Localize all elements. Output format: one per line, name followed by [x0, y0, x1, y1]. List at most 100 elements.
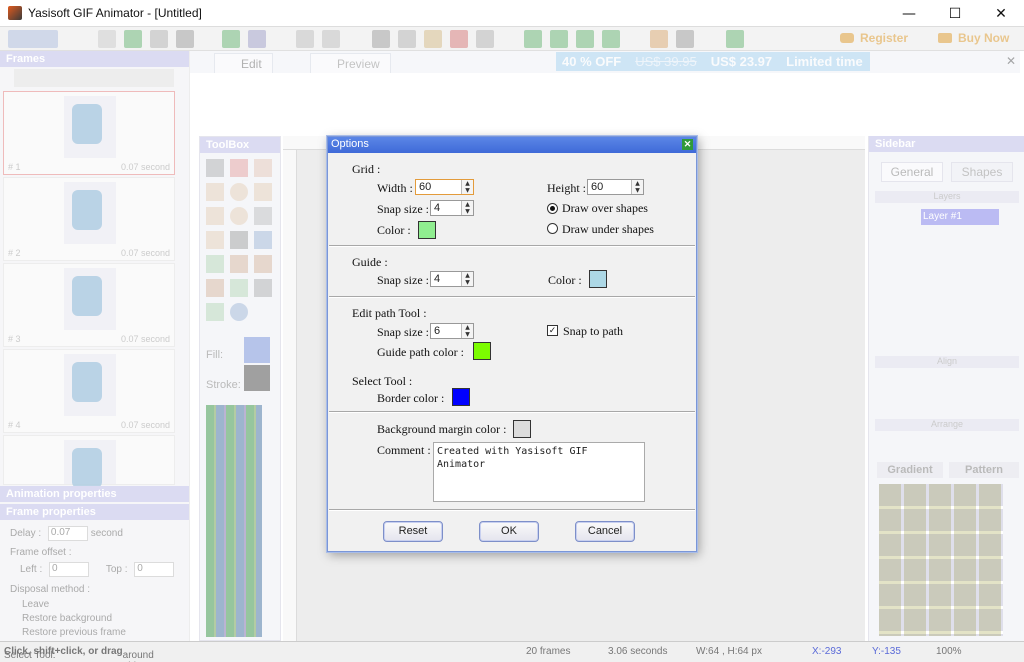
- image-tool-icon[interactable]: [254, 231, 272, 249]
- tab-gradient[interactable]: Gradient: [877, 462, 943, 478]
- duplicate-icon[interactable]: [476, 30, 494, 48]
- star-tool-icon[interactable]: [206, 207, 224, 225]
- reset-button[interactable]: Reset: [383, 521, 443, 542]
- stroke-color-swatch[interactable]: [244, 365, 270, 391]
- promo-close-icon[interactable]: ✕: [1006, 54, 1016, 68]
- close-window-button[interactable]: ✕: [978, 0, 1024, 27]
- eyedropper-tool-icon[interactable]: [254, 279, 272, 297]
- grid-height-input[interactable]: 60 ▲ ▼: [587, 179, 644, 195]
- grid-snap-spinner[interactable]: ▲ ▼: [461, 201, 473, 215]
- transform-tool-icon[interactable]: [254, 159, 272, 177]
- grid-snap-input[interactable]: 4 ▲ ▼: [430, 200, 474, 216]
- video-icon[interactable]: [676, 30, 694, 48]
- zoom-tool-icon[interactable]: [230, 303, 248, 321]
- line-tool-icon[interactable]: [254, 207, 272, 225]
- fill-color-swatch[interactable]: [244, 337, 270, 363]
- status-hint: Select Tool: Click, shift+click, or drag…: [4, 646, 154, 662]
- gradient-swatches[interactable]: [879, 484, 1003, 636]
- maximize-button[interactable]: ☐: [932, 0, 978, 27]
- draw-under-shapes-radio[interactable]: [547, 223, 558, 234]
- snap-to-path-checkbox[interactable]: ✓: [547, 325, 558, 336]
- delay-input[interactable]: 0.07: [47, 526, 88, 541]
- fill-tool-icon[interactable]: [230, 279, 248, 297]
- tab-pattern[interactable]: Pattern: [949, 462, 1019, 478]
- rectangle-tool-icon[interactable]: [206, 183, 224, 201]
- image-icon[interactable]: [650, 30, 668, 48]
- edit-path-snap-input[interactable]: 6 ▲ ▼: [430, 323, 474, 339]
- paste-icon[interactable]: [424, 30, 442, 48]
- rotate-right-icon[interactable]: [550, 30, 568, 48]
- background-margin-color-swatch[interactable]: [513, 420, 531, 438]
- tab-general[interactable]: General: [881, 162, 943, 182]
- frame-item[interactable]: # 1 0.07 second: [3, 91, 175, 175]
- buy-now-button[interactable]: Buy Now: [938, 31, 1009, 45]
- flip-vertical-icon[interactable]: [576, 30, 594, 48]
- hand-tool-icon[interactable]: [206, 303, 224, 321]
- guide-snap-spinner[interactable]: ▲ ▼: [461, 272, 473, 286]
- export-icon[interactable]: [248, 30, 266, 48]
- flip-horizontal-icon[interactable]: [602, 30, 620, 48]
- top-label: Top :: [105, 564, 128, 576]
- pencil-tool-icon[interactable]: [230, 255, 248, 273]
- guide-snap-input[interactable]: 4 ▲ ▼: [430, 271, 474, 287]
- grid-height-spinner[interactable]: ▲ ▼: [631, 180, 643, 194]
- ellipse-tool-icon[interactable]: [230, 183, 248, 201]
- register-button[interactable]: Register: [840, 31, 908, 45]
- draw-over-shapes-radio[interactable]: [547, 203, 558, 214]
- play-icon[interactable]: [726, 30, 744, 48]
- save-as-icon[interactable]: [176, 30, 194, 48]
- save-icon[interactable]: [150, 30, 168, 48]
- frame-item[interactable]: # 3 0.07 second: [3, 263, 175, 347]
- minimize-button[interactable]: —: [886, 0, 932, 27]
- import-icon[interactable]: [222, 30, 240, 48]
- delete-icon[interactable]: [450, 30, 468, 48]
- grid-width-spinner[interactable]: ▲ ▼: [461, 180, 473, 194]
- disposal-option-leave[interactable]: Leave: [22, 599, 49, 610]
- left-input[interactable]: 0: [49, 562, 90, 577]
- open-file-icon[interactable]: [124, 30, 142, 48]
- eraser-tool-icon[interactable]: [206, 255, 224, 273]
- select-tool-icon[interactable]: [206, 159, 224, 177]
- spiral-tool-icon[interactable]: [230, 207, 248, 225]
- new-file-icon[interactable]: [98, 30, 116, 48]
- path-tool-icon[interactable]: [206, 231, 224, 249]
- border-color-swatch[interactable]: [452, 388, 470, 406]
- text-tool-icon[interactable]: [230, 231, 248, 249]
- grid-width-input[interactable]: 60 ▲ ▼: [415, 179, 474, 195]
- frame-item[interactable]: # 4 0.07 second: [3, 349, 175, 433]
- cancel-button[interactable]: Cancel: [575, 521, 635, 542]
- pen-tool-icon[interactable]: [206, 279, 224, 297]
- frame-item[interactable]: # 2 0.07 second: [3, 177, 175, 261]
- menu-button[interactable]: [8, 30, 58, 48]
- frame-item[interactable]: [3, 435, 175, 488]
- tab-shapes[interactable]: Shapes: [951, 162, 1013, 182]
- polygon-tool-icon[interactable]: [254, 183, 272, 201]
- copy-icon[interactable]: [398, 30, 416, 48]
- rotate-left-icon[interactable]: [524, 30, 542, 48]
- ok-button[interactable]: OK: [479, 521, 539, 542]
- edit-path-section-label: Edit path Tool :: [352, 306, 427, 320]
- brush-tool-icon[interactable]: [254, 255, 272, 273]
- disposal-option-restore-previous[interactable]: Restore previous frame: [22, 627, 126, 638]
- undo-icon[interactable]: [296, 30, 314, 48]
- guide-color-swatch[interactable]: [589, 270, 607, 288]
- frame-properties-header[interactable]: Frame properties: [0, 504, 189, 520]
- cut-icon[interactable]: [372, 30, 390, 48]
- node-select-tool-icon[interactable]: [230, 159, 248, 177]
- buy-now-label: Buy Now: [958, 31, 1010, 45]
- animation-properties-header[interactable]: Animation properties: [0, 486, 189, 502]
- comment-textarea[interactable]: Created with Yasisoft GIF Animator: [433, 442, 645, 502]
- guide-path-color-swatch[interactable]: [473, 342, 491, 360]
- layer-item[interactable]: Layer #1: [921, 209, 999, 225]
- status-zoom[interactable]: 100%: [936, 646, 962, 657]
- tab-preview[interactable]: Preview: [310, 53, 391, 73]
- redo-icon[interactable]: [322, 30, 340, 48]
- color-palette[interactable]: [206, 405, 262, 637]
- top-input[interactable]: 0: [134, 562, 175, 577]
- tab-edit[interactable]: Edit: [214, 53, 273, 73]
- grid-color-swatch[interactable]: [418, 221, 436, 239]
- edit-path-snap-spinner[interactable]: ▲ ▼: [461, 324, 473, 338]
- promo-banner[interactable]: 40 % OFF US$ 39.95 US$ 23.97 Limited tim…: [556, 52, 870, 71]
- disposal-option-restore-background[interactable]: Restore background: [22, 613, 112, 624]
- dialog-close-icon[interactable]: ✕: [682, 139, 693, 150]
